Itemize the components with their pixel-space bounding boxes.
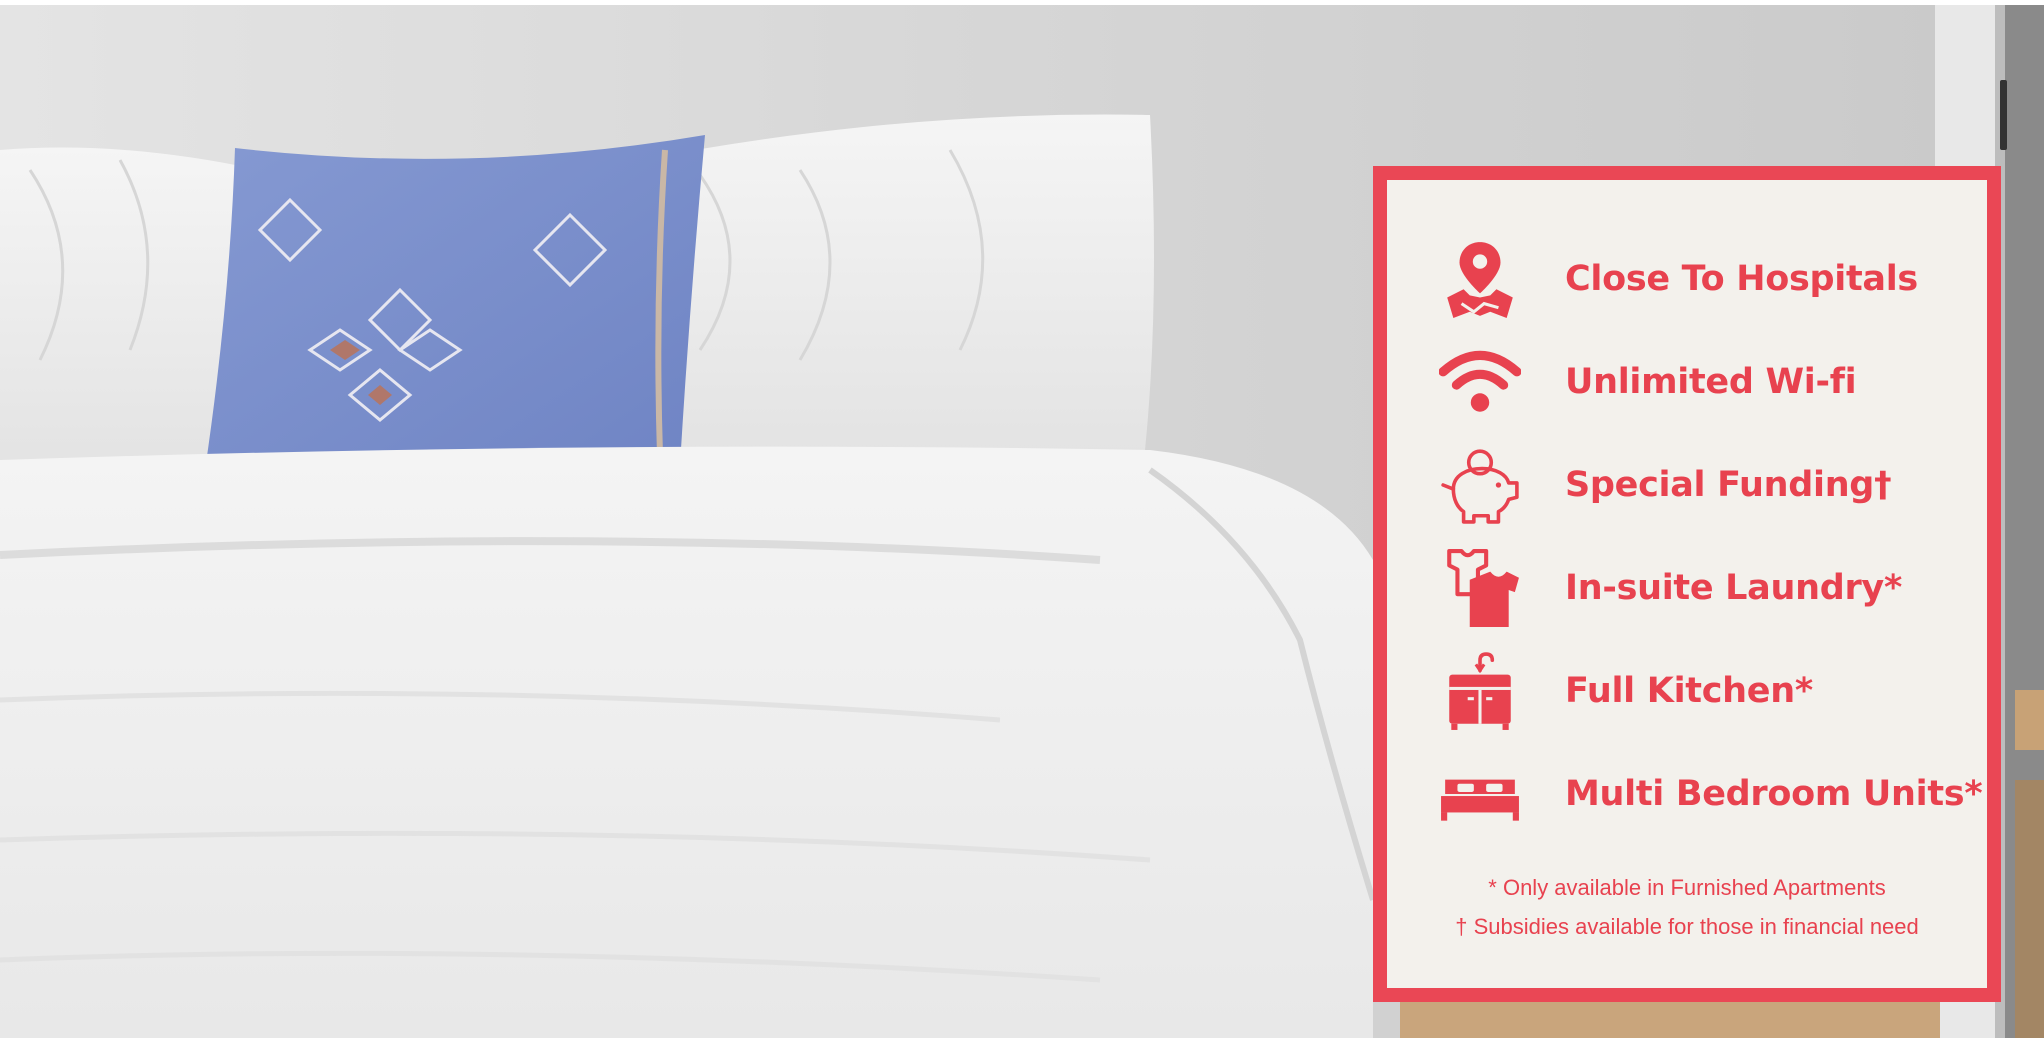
kitchen-sink-icon: [1437, 648, 1523, 734]
bed-icon: [1437, 751, 1523, 837]
piggy-bank-icon: [1437, 442, 1523, 528]
footnotes: * Only available in Furnished Apartments…: [1387, 868, 1987, 946]
feature-label: In-suite Laundry*: [1565, 568, 1902, 608]
amenities-panel: Close To Hospitals Unlimited Wi-fi Speci…: [1387, 180, 1987, 988]
feature-label: Special Funding†: [1565, 465, 1892, 505]
feature-label: Multi Bedroom Units*: [1565, 774, 1983, 814]
footnote-subsidies: † Subsidies available for those in finan…: [1455, 914, 1919, 939]
wifi-icon: [1437, 339, 1523, 425]
feature-multi-bedroom-units: Multi Bedroom Units*: [1387, 749, 1987, 839]
feature-full-kitchen: Full Kitchen*: [1387, 646, 1987, 736]
feature-close-to-hospitals: Close To Hospitals: [1387, 234, 1987, 324]
footnote-furnished: * Only available in Furnished Apartments: [1488, 875, 1886, 900]
amenities-card: Close To Hospitals Unlimited Wi-fi Speci…: [1373, 166, 2001, 1002]
feature-label: Full Kitchen*: [1565, 671, 1813, 711]
feature-label: Unlimited Wi-fi: [1565, 362, 1857, 402]
map-pin-icon: [1437, 236, 1523, 322]
top-edge: [0, 0, 2044, 5]
feature-special-funding: Special Funding†: [1387, 440, 1987, 530]
feature-label: Close To Hospitals: [1565, 259, 1918, 299]
feature-in-suite-laundry: In-suite Laundry*: [1387, 543, 1987, 633]
feature-unlimited-wifi: Unlimited Wi-fi: [1387, 337, 1987, 427]
laundry-shirt-icon: [1437, 545, 1523, 631]
